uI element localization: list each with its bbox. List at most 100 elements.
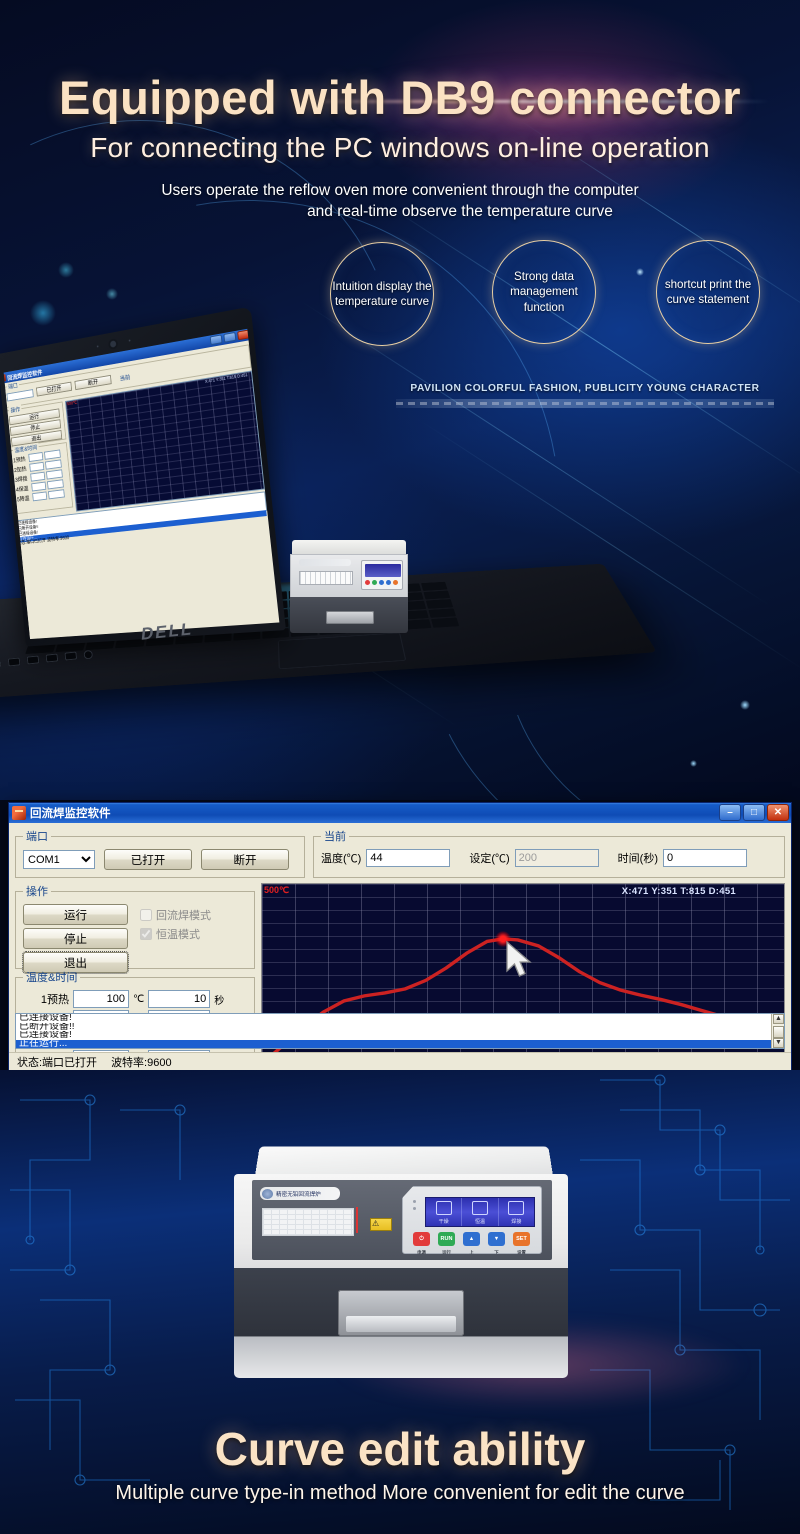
disconnect-port-button[interactable]: 断开 [201, 849, 289, 870]
oven-icon [436, 1201, 452, 1215]
log-item-selected[interactable]: 正在运行... [16, 1040, 784, 1049]
down-button-label: 下 [488, 1246, 505, 1260]
bokeh-dot [690, 760, 697, 767]
set-icon [393, 580, 398, 585]
bokeh-dot [58, 262, 74, 278]
reflow-monitor-window: 回流焊监控软件 – □ ✕ 端口 COM1 已打开 断开 [8, 802, 792, 1070]
window-body: 端口 COM1 已打开 断开 当前 温度(℃) 设定(℃) [9, 823, 791, 1071]
mic-dot [129, 339, 131, 341]
lcd-cell-2-caption: 恒温 [462, 1218, 497, 1225]
mini-operation-legend: 操作 [9, 405, 22, 415]
lcd-cell-1-caption: 干燥 [426, 1218, 461, 1225]
ethernet-port-icon [8, 657, 21, 666]
top-row: 端口 COM1 已打开 断开 当前 温度(℃) 设定(℃) [15, 828, 785, 878]
set-icon[interactable]: SET设置 [513, 1232, 530, 1246]
arrow-up-icon[interactable]: ▲上 [463, 1232, 480, 1246]
oven-lcd-display: 干燥 恒温 焊接 [425, 1197, 535, 1227]
hero-section: Equipped with DB9 connector For connecti… [0, 0, 800, 800]
oven-curve-graphic [262, 1208, 354, 1236]
power-icon [365, 580, 370, 585]
run-icon[interactable]: RUN运行 [438, 1232, 455, 1246]
board-icon [472, 1201, 488, 1215]
maximize-button[interactable]: □ [743, 804, 765, 821]
up-button-label: 上 [463, 1246, 480, 1260]
power-icon[interactable]: ⏻电源 [413, 1232, 430, 1246]
mini-tt-name: 5降温 [17, 493, 32, 503]
oven-small-graph [299, 571, 353, 585]
mic-dot [97, 345, 99, 347]
stage-name: 1预热 [23, 991, 69, 1007]
constant-mode-checkbox[interactable] [140, 928, 152, 940]
mini-port-combo [6, 389, 33, 401]
oven-lower-body [234, 1268, 568, 1378]
run-icon [372, 580, 377, 585]
oven-small-panel [361, 560, 403, 590]
chart-marker-dot [495, 931, 511, 947]
operation-group-legend: 操作 [23, 883, 51, 899]
mini-open-button: 已打开 [36, 382, 72, 397]
operation-inner: 运行 停止 退出 回流焊模式 [23, 904, 247, 973]
arrow-down-icon[interactable]: ▼下 [488, 1232, 505, 1246]
run-button[interactable]: 运行 [23, 904, 128, 925]
open-port-button[interactable]: 已打开 [104, 849, 192, 870]
run-button-text: RUN [441, 1236, 453, 1242]
reflow-mode-checkbox[interactable] [140, 909, 152, 921]
bokeh-dot [740, 700, 750, 710]
time-value-input[interactable] [663, 849, 747, 867]
current-row: 温度(℃) 设定(℃) 时间(秒) [321, 849, 777, 867]
laptop-lid: 回流焊监控软件 端口 已打开 断开 当前 [0, 307, 286, 647]
arrow-up-icon [379, 580, 384, 585]
lcd-cell-1: 干燥 [426, 1198, 462, 1226]
reflow-oven-large: 精密无铅回流焊炉 干燥 恒温 [228, 1140, 573, 1390]
scroll-up-icon[interactable]: ▲ [773, 1014, 784, 1024]
warning-label-icon [370, 1218, 392, 1231]
log-item[interactable]: 已连接设备! [16, 1014, 784, 1023]
reflow-mode-checkbox-row[interactable]: 回流焊模式 [140, 907, 211, 923]
port-row: COM1 已打开 断开 [23, 849, 297, 870]
usb-port-icon [64, 651, 77, 660]
oven-drawer-handle[interactable] [338, 1290, 464, 1336]
mini-tt-name: 3焊接 [15, 474, 30, 484]
log-item[interactable]: 已连接设备! [16, 1031, 784, 1040]
temp-label: 温度(℃) [321, 850, 361, 866]
window-controls: – □ ✕ [719, 804, 789, 821]
close-button[interactable]: ✕ [767, 804, 789, 821]
set-button-label: 设置 [513, 1246, 530, 1260]
log-scrollbar[interactable]: ▲ ▼ [771, 1014, 784, 1048]
scroll-down-icon[interactable]: ▼ [773, 1038, 784, 1048]
window-titlebar: 回流焊监控软件 – □ ✕ [9, 803, 791, 823]
constant-mode-checkbox-row[interactable]: 恒温模式 [140, 926, 211, 942]
hero-headline: Equipped with DB9 connector [0, 70, 800, 125]
oven-small-buttons [365, 580, 398, 585]
log-list[interactable]: 已连接设备! 已断开设备!! 已连接设备! 正在运行... ▲ ▼ [15, 1013, 785, 1049]
time-label: 时间(秒) [618, 850, 658, 866]
mini-tt-name: 4保温 [16, 484, 31, 494]
hero-description: Users operate the reflow oven more conve… [0, 180, 800, 222]
com-port-select[interactable]: COM1 [23, 850, 95, 869]
bokeh-dot [106, 288, 118, 300]
laptop-screen: 回流焊监控软件 端口 已打开 断开 当前 [4, 329, 280, 639]
temp-value-input[interactable] [366, 849, 450, 867]
stage-temp-input[interactable] [73, 990, 129, 1008]
stage-time-input[interactable] [148, 990, 210, 1008]
reflow-oven-small [288, 540, 410, 640]
oven-button-row: ⏻电源 RUN运行 ▲上 ▼下 SET设置 [413, 1232, 530, 1246]
set-value-input [515, 849, 599, 867]
feature-circle-3: shortcut print the curve statement [656, 240, 760, 344]
log-item[interactable]: 已断开设备!! [16, 1023, 784, 1032]
scrollbar-thumb[interactable] [773, 1026, 784, 1038]
set-label: 设定(℃) [469, 850, 509, 866]
hero-desc-line1: Users operate the reflow oven more conve… [161, 182, 638, 199]
app-icon [12, 806, 26, 820]
lcd-cell-3-caption: 焊接 [499, 1218, 534, 1225]
mini-tt-name: 1预热 [13, 454, 28, 464]
power-port-icon [83, 650, 93, 660]
reflow-mode-label: 回流焊模式 [156, 907, 211, 923]
promo-page: Equipped with DB9 connector For connecti… [0, 0, 800, 1534]
stop-button[interactable]: 停止 [23, 928, 128, 949]
operation-buttons: 运行 停止 退出 [23, 904, 128, 973]
oven-small-lcd [365, 564, 401, 577]
mini-temptime-group: 温度&时间 1预热 2加热 3焊接 4保温 5降温 [8, 442, 73, 514]
minimize-button[interactable]: – [719, 804, 741, 821]
thermo-icon [508, 1201, 524, 1215]
